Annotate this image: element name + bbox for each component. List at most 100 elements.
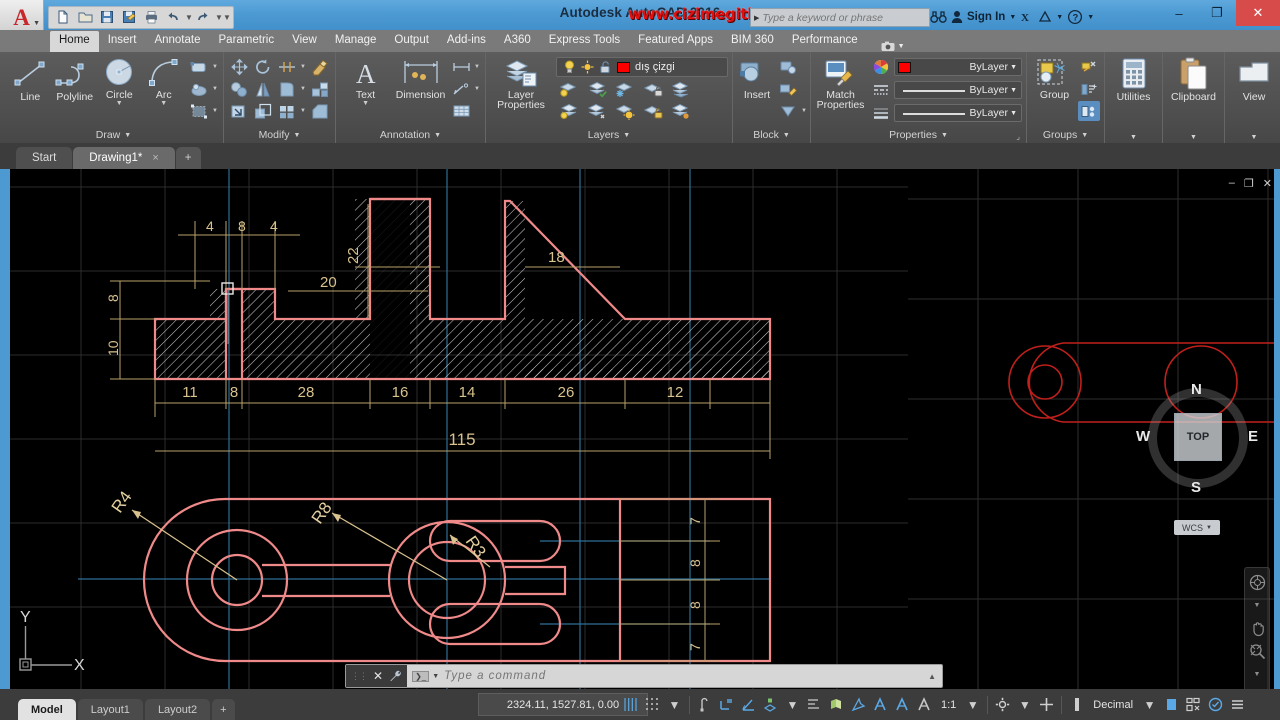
command-input[interactable] <box>444 670 929 682</box>
redo-dropdown-icon[interactable]: ▼ <box>215 13 223 22</box>
chevron-down-icon[interactable]: ▼ <box>432 673 439 680</box>
viewcube-west-label[interactable]: W <box>1136 428 1150 445</box>
save-as-icon[interactable] <box>119 8 139 27</box>
command-line-handle[interactable]: ⋮⋮ ✕ <box>346 665 408 687</box>
create-block-icon[interactable] <box>777 57 799 77</box>
current-layer-combo[interactable]: dış çizgi <box>556 57 728 77</box>
layer-freeze-icon[interactable] <box>581 60 594 74</box>
exchange-apps-icon[interactable]: X <box>1020 6 1034 28</box>
panel-properties-title[interactable]: Properties ▼ ⌟ <box>815 129 1022 143</box>
minimize-button[interactable]: – <box>1160 0 1198 26</box>
stretch-icon[interactable] <box>228 101 250 121</box>
circle-button[interactable]: Circle ▼ <box>97 57 142 107</box>
close-icon[interactable]: ✕ <box>373 669 383 683</box>
chevron-down-icon[interactable]: ▼ <box>898 43 905 50</box>
chevron-down-icon[interactable]: ▼ <box>1010 87 1017 94</box>
layer-on-icon[interactable] <box>563 60 576 74</box>
trim-dropdown-icon[interactable]: ▼ <box>300 64 307 70</box>
annotation-visibility-icon[interactable] <box>870 689 891 720</box>
layout-tab-layout1[interactable]: Layout1 <box>77 699 143 720</box>
save-icon[interactable] <box>97 8 117 27</box>
ribbon-display-options[interactable]: ▼ <box>867 41 905 52</box>
tab-home[interactable]: Home <box>50 31 99 52</box>
panel-modify-title[interactable]: Modify ▼ <box>228 129 331 143</box>
line-button[interactable]: Line <box>8 57 53 103</box>
workspace-dropdown-icon[interactable]: ▼ <box>1014 689 1035 720</box>
layer-freeze-tool-icon[interactable] <box>614 79 636 99</box>
polyline-button[interactable]: Polyline <box>53 57 98 103</box>
undo-icon[interactable] <box>163 8 183 27</box>
tab-bim-360[interactable]: BIM 360 <box>722 31 783 52</box>
ortho-mode-icon[interactable] <box>716 689 737 720</box>
isolate-objects-icon[interactable] <box>1036 689 1057 720</box>
insert-button[interactable]: Insert <box>737 57 777 101</box>
panel-groups-title[interactable]: Groups ▼ <box>1031 129 1100 143</box>
ungroup-icon[interactable] <box>1078 57 1100 77</box>
group-button[interactable]: Group <box>1031 57 1078 101</box>
search-box[interactable]: ▶ <box>750 8 930 27</box>
grid-display-icon[interactable] <box>620 689 641 720</box>
steering-wheel-dropdown-icon[interactable]: ▼ <box>1246 595 1268 615</box>
leader-dropdown-icon[interactable]: ▼ <box>474 86 481 92</box>
panel-utilities-expand[interactable]: ▼ <box>1109 134 1158 143</box>
region-dropdown-icon[interactable]: ▼ <box>212 108 219 114</box>
hardware-acceleration-icon[interactable] <box>1066 689 1087 720</box>
tab-featured-apps[interactable]: Featured Apps <box>629 31 722 52</box>
tab-manage[interactable]: Manage <box>326 31 386 52</box>
viewcube-east-label[interactable]: E <box>1248 428 1258 445</box>
snap-dropdown-icon[interactable]: ▼ <box>664 689 685 720</box>
command-prompt-selector[interactable]: ❯_ ▼ <box>407 670 444 682</box>
rotate-icon[interactable] <box>252 57 274 77</box>
layer-merge-icon[interactable] <box>670 79 692 99</box>
arc-dropdown-icon[interactable]: ▼ <box>160 100 167 107</box>
match-properties-button[interactable]: Match Properties <box>815 57 866 110</box>
drawing1-viewport[interactable]: 4 8 4 8 10 22 20 18 11 8 28 16 14 26 12 … <box>10 169 908 689</box>
drawing-close-button[interactable]: ✕ <box>1263 177 1272 190</box>
selection-cycling-icon[interactable] <box>1205 689 1226 720</box>
close-button[interactable]: ✕ <box>1236 0 1280 26</box>
arc-button[interactable]: Arc ▼ <box>142 57 187 107</box>
help-icon[interactable]: ? <box>1067 6 1083 28</box>
tab-a360[interactable]: A360 <box>495 31 540 52</box>
move-icon[interactable] <box>228 57 250 77</box>
units-value[interactable]: Decimal <box>1088 689 1138 720</box>
dimension-button[interactable]: Dimension <box>391 57 450 101</box>
tab-add-ins[interactable]: Add-ins <box>438 31 495 52</box>
wrench-icon[interactable] <box>389 670 402 683</box>
search-binoculars-icon[interactable] <box>930 6 947 28</box>
hatch-dropdown-icon[interactable]: ▼ <box>212 86 219 92</box>
file-tab-start[interactable]: Start <box>16 147 73 169</box>
layer-change-to-current-icon[interactable] <box>670 101 692 121</box>
drag-handle-icon[interactable]: ⋮⋮ <box>351 671 368 682</box>
layer-unisolate-icon[interactable] <box>586 79 608 99</box>
dimension-style-dropdown-icon[interactable]: ▼ <box>474 64 481 70</box>
text-button[interactable]: A Text ▼ <box>340 57 391 107</box>
clipboard-button[interactable]: Clipboard <box>1167 57 1220 103</box>
tab-insert[interactable]: Insert <box>99 31 146 52</box>
fillet-dropdown-icon[interactable]: ▼ <box>300 86 307 92</box>
redo-icon[interactable] <box>193 8 213 27</box>
status-menu-icon[interactable] <box>1227 689 1248 720</box>
drawing-minimize-button[interactable]: – <box>1229 177 1235 190</box>
search-input[interactable] <box>762 11 913 24</box>
zoom-dropdown-icon[interactable]: ▼ <box>1246 665 1268 685</box>
explode-icon[interactable] <box>309 79 331 99</box>
units-dropdown-icon[interactable]: ▼ <box>1139 689 1160 720</box>
copy-icon[interactable] <box>228 79 250 99</box>
infer-constraints-icon[interactable] <box>694 689 715 720</box>
rectangle-icon[interactable] <box>188 57 210 77</box>
edit-block-icon[interactable] <box>777 79 799 99</box>
group-edit-icon[interactable] <box>1078 79 1100 99</box>
new-layout-button[interactable]: + <box>212 699 235 720</box>
zoom-extents-icon[interactable] <box>1246 641 1268 661</box>
panel-block-title[interactable]: Block ▼ <box>737 129 806 143</box>
layer-thaw-icon[interactable] <box>586 101 608 121</box>
block-attributes-icon[interactable] <box>777 101 799 121</box>
annotation-scale-sync-icon[interactable] <box>914 689 935 720</box>
panel-layers-title[interactable]: Layers ▼ <box>490 129 728 143</box>
customization-icon[interactable] <box>1183 689 1204 720</box>
layer-color-swatch[interactable] <box>617 61 630 73</box>
help-dropdown-icon[interactable]: ▼ <box>1087 14 1094 21</box>
chevron-down-icon[interactable]: ▼ <box>1010 64 1017 71</box>
viewcube-north-label[interactable]: N <box>1191 381 1202 398</box>
